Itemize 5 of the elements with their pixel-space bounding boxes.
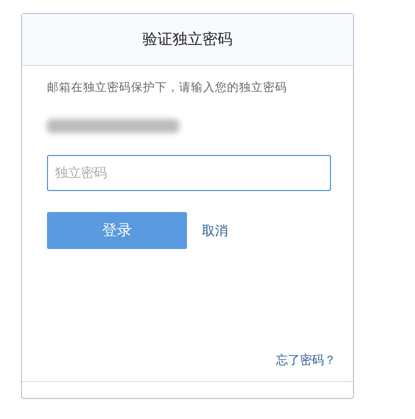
password-field[interactable]: 独立密码 (47, 155, 331, 191)
description-text: 邮箱在独立密码保护下，请输入您的独立密码 (47, 80, 288, 95)
cancel-link[interactable]: 取消 (202, 222, 228, 240)
forgot-password-link[interactable]: 忘了密码？ (276, 352, 336, 369)
dialog-title: 验证独立密码 (142, 30, 232, 49)
